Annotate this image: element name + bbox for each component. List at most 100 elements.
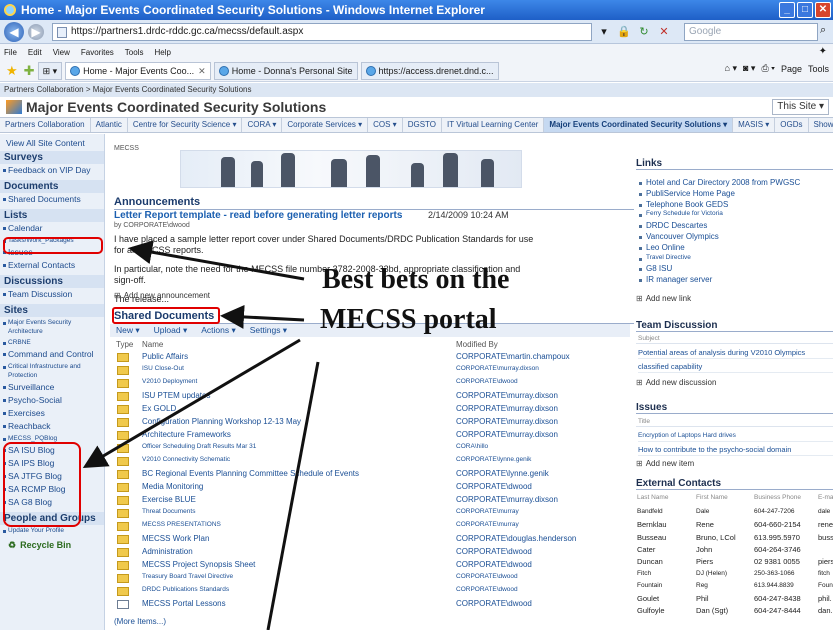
quicklaunch-item[interactable]: Reachback [0,420,104,433]
contact-cell[interactable]: Gulfoyle [637,606,665,615]
menu-item-favorites[interactable]: Favorites [81,48,114,57]
table-row[interactable]: Treasury Board Travel Directive CORPORATE… [114,573,628,584]
menu-item-file[interactable]: File [4,48,17,57]
links-item[interactable]: Ferry Schedule for Victoria [638,210,723,218]
table-row[interactable]: Exercise BLUE CORPORATE\murray.dixson [114,495,628,506]
document-name-link[interactable]: Treasury Board Travel Directive [142,573,233,580]
table-row[interactable]: Ex GOLD CORPORATE\murray.dixson [114,404,628,415]
menu-item-help[interactable]: Help [154,48,170,57]
quicklaunch-heading-lists[interactable]: Lists [0,209,104,222]
column-name[interactable]: Name [142,340,163,349]
links-item[interactable]: IR manager server [638,275,712,284]
command-page[interactable]: Page [781,64,802,74]
menu-item-edit[interactable]: Edit [28,48,42,57]
document-name-link[interactable]: MECSS PRESENTATIONS [142,521,221,528]
document-name-link[interactable]: Public Affairs [142,352,188,361]
documents-toolbar-actions-button[interactable]: Actions ▾ [201,325,236,336]
contact-cell[interactable]: Cater [637,545,655,554]
discussion-item[interactable]: classified capability [638,361,833,373]
contact-cell[interactable]: Bandfeld [637,508,663,515]
quick-tabs-button[interactable]: ⊞ ▾ [37,61,63,80]
add-announcement-link[interactable]: Add new announcement [114,291,210,300]
quicklaunch-item[interactable]: Critical Infrastructure and Protection [0,361,104,381]
documents-toolbar-settings-button[interactable]: Settings ▾ [250,325,287,336]
table-row[interactable]: ISU PTEM updates CORPORATE\murray.dixson [114,391,628,402]
contacts-column[interactable]: Last Name [637,494,668,501]
quicklaunch-item[interactable]: Surveillance [0,381,104,394]
search-icon[interactable]: ⌕ [820,24,826,37]
topnav-item[interactable]: OGDs [775,118,809,132]
command-tools[interactable]: Tools [808,64,829,74]
table-row[interactable]: ISU Close-Out CORPORATE\murray.dixson [114,365,628,376]
links-item[interactable]: PubliService Home Page [638,189,735,198]
links-item[interactable]: Leo Online [638,243,685,252]
document-name-link[interactable]: DRDC Publications Standards [142,586,229,593]
column-modified-by[interactable]: Modified By [456,340,498,349]
document-name-link[interactable]: Architecture Frameworks [142,430,231,439]
document-name-link[interactable]: V2010 Deployment [142,378,197,385]
external-contacts-title[interactable]: External Contacts [636,478,833,490]
quicklaunch-item[interactable]: Team Discussion [0,288,104,301]
table-row[interactable]: BC Regional Events Planning Committee Sc… [114,469,628,480]
quicklaunch-item[interactable]: Calendar [0,222,104,235]
document-name-link[interactable]: MECSS Portal Lessons [142,599,226,608]
contact-cell[interactable]: Fountain [637,582,662,589]
table-row[interactable]: MECSS Project Synopsis Sheet CORPORATE\dw… [114,560,628,571]
favorites-star-icon[interactable]: ★ [6,63,18,79]
contact-row[interactable]: Busseau Bruno, LCol 613.995.5970 buss [636,533,833,544]
quicklaunch-item[interactable]: Shared Documents [0,193,104,206]
contact-row[interactable]: Cater John 604-264-3746 [636,545,833,556]
refresh-icon[interactable]: ↻ [636,24,652,40]
lock-icon[interactable]: 🔒 [616,24,632,40]
topnav-item[interactable]: Centre for Security Science ▾ [128,118,243,132]
feeds-icon[interactable]: ◙ ▾ [743,63,755,74]
announcements-title[interactable]: Announcements [114,196,634,210]
table-row[interactable]: Media Monitoring CORPORATE\dwood [114,482,628,493]
links-item[interactable]: Vancouver Olympics [638,232,719,241]
contact-cell[interactable]: Goulet [637,594,659,603]
quicklaunch-item[interactable]: Exercises [0,407,104,420]
contact-row[interactable]: Duncan Piers 02 9381 0055 piers [636,557,833,568]
topnav-item[interactable]: MASIS ▾ [733,118,776,132]
close-tab-icon[interactable]: ✕ [198,63,206,79]
topnav-item[interactable]: CORA ▾ [242,118,283,132]
document-name-link[interactable]: Configuration Planning Workshop 12-13 Ma… [142,417,301,426]
quicklaunch-heading-sites[interactable]: Sites [0,304,104,317]
contact-cell[interactable]: Bernklau [637,520,667,529]
address-input[interactable]: https://partners1.drdc-rddc.gc.ca/mecss/… [52,23,592,41]
contact-row[interactable]: Bernklau Rene 604-660-2154 rene [636,520,833,531]
documents-toolbar-new-button[interactable]: New ▾ [116,325,140,336]
quicklaunch-item[interactable]: Command and Control [0,348,104,361]
table-row[interactable]: V2010 Deployment CORPORATE\dwood [114,378,628,389]
topnav-item[interactable]: Major Events Coordinated Security Soluti… [544,118,734,132]
document-name-link[interactable]: MECSS Project Synopsis Sheet [142,560,255,569]
minimize-button[interactable]: _ [779,2,795,18]
browser-tab[interactable]: Home - Major Events Coo... ✕ [65,61,211,80]
issues-title[interactable]: Issues [636,402,833,414]
add-new-link[interactable]: Add new link [636,294,691,303]
browser-tab[interactable]: https://access.drenet.dnd.c... [360,61,499,80]
view-all-site-content-link[interactable]: View All Site Content [0,134,104,148]
quicklaunch-item[interactable]: External Contacts [0,259,104,272]
table-row[interactable]: Threat Documents CORPORATE\murray [114,508,628,519]
contact-cell[interactable]: Busseau [637,533,666,542]
discussion-item[interactable]: Potential areas of analysis during V2010… [638,347,833,359]
add-favorites-icon[interactable]: ✚ [24,63,35,79]
table-row[interactable]: MECSS PRESENTATIONS CORPORATE\murray [114,521,628,532]
contact-row[interactable]: Fountain Reg 613.944.8839 Foun [636,582,833,593]
table-row[interactable]: Administration CORPORATE\dwood [114,547,628,558]
document-name-link[interactable]: ISU PTEM updates [142,391,210,400]
links-item[interactable]: Telephone Book GEDS [638,200,728,209]
quicklaunch-item[interactable]: Major Events Security Architecture [0,317,104,337]
table-row[interactable]: Configuration Planning Workshop 12-13 Ma… [114,417,628,428]
home-icon[interactable]: ⌂ ▾ [725,63,737,74]
contact-row[interactable]: Gulfoyle Dan (Sgt) 604-247-8444 dan. [636,606,833,617]
table-row[interactable]: Architecture Frameworks CORPORATE\murray.… [114,430,628,441]
document-name-link[interactable]: Administration [142,547,193,556]
maximize-button[interactable]: □ [797,2,813,18]
team-discussion-title[interactable]: Team Discussion [636,320,833,332]
links-item[interactable]: DRDC Descartes [638,221,707,230]
topnav-item[interactable]: Partners Collaboration [0,118,91,132]
quicklaunch-heading-documents[interactable]: Documents [0,180,104,193]
table-row[interactable]: DRDC Publications Standards CORPORATE\dwo… [114,586,628,597]
